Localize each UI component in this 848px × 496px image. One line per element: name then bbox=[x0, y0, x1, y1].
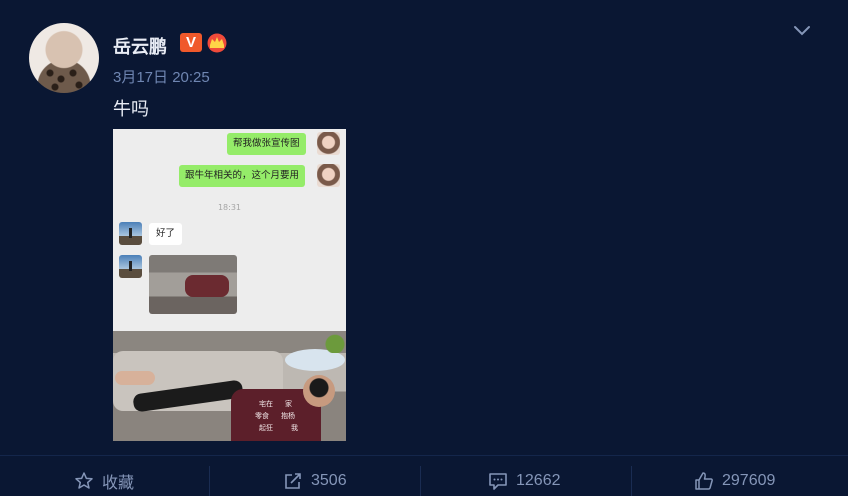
repost-button[interactable]: 3506 bbox=[283, 468, 347, 494]
post-timestamp[interactable]: 3月17日 20:25 bbox=[113, 66, 210, 87]
action-separator bbox=[420, 466, 421, 496]
shirt-word: 我 bbox=[291, 424, 298, 432]
repost-count: 3506 bbox=[311, 472, 347, 489]
plant bbox=[325, 331, 345, 353]
chat-time: 18:31 bbox=[217, 203, 242, 212]
chat-photo bbox=[149, 255, 237, 314]
chat-avatar bbox=[119, 222, 142, 245]
chat-photo-person bbox=[185, 275, 229, 297]
chevron-down-icon[interactable] bbox=[792, 20, 812, 40]
favorite-button[interactable]: 收藏 bbox=[74, 468, 134, 494]
chat-avatar bbox=[119, 255, 142, 278]
post-text: 牛吗 bbox=[113, 99, 149, 119]
comment-icon bbox=[489, 473, 507, 490]
action-separator bbox=[209, 466, 210, 496]
verified-badge-icon[interactable]: V bbox=[180, 33, 202, 52]
share-icon bbox=[285, 473, 301, 489]
weibo-post-card: 岳云鹏 V 3月17日 20:25 牛吗 帮我做张宣传图 跟牛年相关的，这个月要… bbox=[0, 0, 848, 496]
like-button[interactable]: 297609 bbox=[694, 468, 775, 494]
comment-count: 12662 bbox=[516, 472, 561, 489]
comment-button[interactable]: 12662 bbox=[488, 468, 561, 494]
feet bbox=[115, 371, 155, 385]
crown-badge-icon[interactable] bbox=[205, 32, 229, 53]
photo: 宅在 家 零食 抱杨 起狂 我 bbox=[113, 331, 346, 441]
chat-message: 好了 bbox=[149, 223, 183, 245]
action-separator bbox=[631, 466, 632, 496]
like-count: 297609 bbox=[722, 472, 776, 489]
username[interactable]: 岳云鹏 bbox=[113, 33, 167, 59]
chat-screenshot: 帮我做张宣传图 跟牛年相关的，这个月要用 18:31 好了 bbox=[113, 129, 346, 331]
shirt-word: 零食 bbox=[255, 412, 269, 420]
shirt-word: 宅在 bbox=[259, 400, 273, 408]
chat-message: 帮我做张宣传图 bbox=[227, 133, 306, 155]
shirt-words: 宅在 家 零食 抱杨 起狂 我 bbox=[245, 397, 325, 437]
shirt-word: 家 bbox=[285, 400, 292, 408]
favorite-label: 收藏 bbox=[102, 475, 135, 492]
thumbs-up-icon bbox=[695, 472, 713, 490]
chat-avatar bbox=[317, 164, 340, 187]
action-bar-divider bbox=[0, 455, 848, 456]
chat-message: 跟牛年相关的，这个月要用 bbox=[179, 165, 306, 187]
shirt-word: 抱杨 bbox=[281, 412, 295, 420]
avatar[interactable] bbox=[29, 23, 99, 93]
star-icon bbox=[75, 472, 93, 489]
avatar-pattern bbox=[45, 67, 83, 93]
shirt-word: 起狂 bbox=[259, 424, 273, 432]
chat-avatar bbox=[317, 132, 340, 155]
post-image[interactable]: 帮我做张宣传图 跟牛年相关的，这个月要用 18:31 好了 宅在 家 零食 抱杨… bbox=[113, 129, 346, 441]
